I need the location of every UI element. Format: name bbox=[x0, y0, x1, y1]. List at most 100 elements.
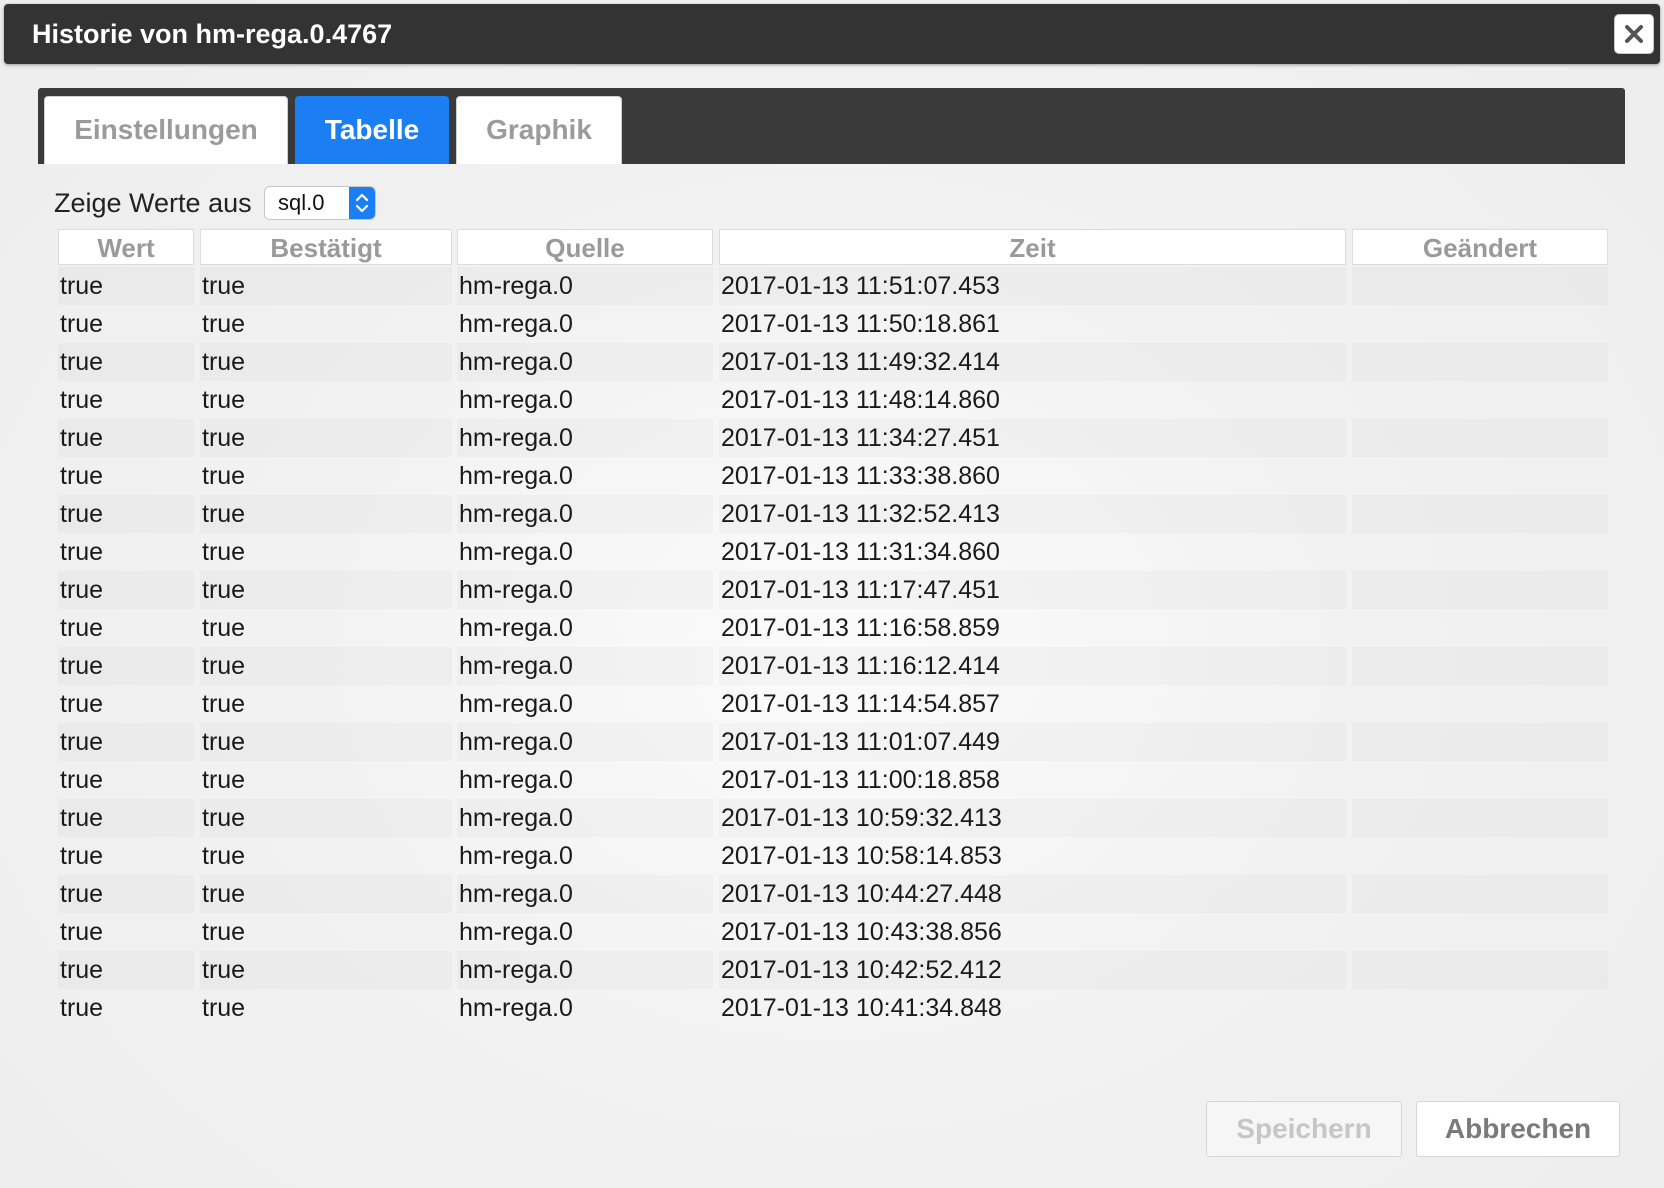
cell-bestaetigt: true bbox=[200, 951, 452, 989]
history-table: Wert Bestätigt Quelle Zeit Geändert true… bbox=[58, 229, 1608, 1027]
cell-geaendert bbox=[1352, 305, 1608, 343]
cell-wert: true bbox=[60, 310, 104, 338]
tab-einstellungen[interactable]: Einstellungen bbox=[44, 96, 288, 164]
cell-quelle: hm-rega.0 bbox=[457, 571, 713, 609]
cell-geaendert bbox=[1352, 457, 1608, 495]
cell-quelle: hm-rega.0 bbox=[457, 875, 713, 913]
cell-bestaetigt: true bbox=[200, 343, 452, 381]
table-row[interactable]: true true hm-rega.0 2017-01-13 11:17:47.451 bbox=[58, 571, 1606, 609]
cell-zeit: 2017-01-13 11:33:38.860 bbox=[721, 462, 1000, 490]
cell-quelle: hm-rega.0 bbox=[459, 614, 573, 642]
cell-bestaetigt: true bbox=[202, 994, 246, 1022]
table-row[interactable]: true true hm-rega.0 2017-01-13 10:58:14.853 bbox=[58, 837, 1606, 875]
source-select-value: sql.0 bbox=[278, 190, 325, 215]
cell-zeit: 2017-01-13 11:31:34.860 bbox=[721, 538, 1000, 566]
table-row[interactable]: true true hm-rega.0 2017-01-13 10:59:32.413 bbox=[58, 799, 1606, 837]
cell-geaendert bbox=[1352, 799, 1608, 837]
table-row[interactable]: true true hm-rega.0 2017-01-13 11:51:07.453 bbox=[58, 267, 1606, 305]
cell-wert: true bbox=[58, 951, 194, 989]
cell-quelle: hm-rega.0 bbox=[457, 647, 713, 685]
table-row[interactable]: true true hm-rega.0 2017-01-13 11:32:52.413 bbox=[58, 495, 1606, 533]
cell-bestaetigt: true bbox=[202, 918, 246, 946]
cell-quelle: hm-rega.0 bbox=[459, 994, 573, 1022]
table-row[interactable]: true true hm-rega.0 2017-01-13 11:34:27.451 bbox=[58, 419, 1606, 457]
cell-wert: true bbox=[58, 799, 194, 837]
cell-geaendert bbox=[1352, 685, 1608, 723]
table-row[interactable]: true true hm-rega.0 2017-01-13 11:01:07.449 bbox=[58, 723, 1606, 761]
table-row[interactable]: true true hm-rega.0 2017-01-13 11:33:38.860 bbox=[58, 457, 1606, 495]
dialog-titlebar: Historie von hm-rega.0.4767 bbox=[4, 4, 1660, 64]
table-row[interactable]: true true hm-rega.0 2017-01-13 11:16:58.859 bbox=[58, 609, 1606, 647]
cell-bestaetigt: true bbox=[202, 842, 246, 870]
table-row[interactable]: true true hm-rega.0 2017-01-13 11:00:18.858 bbox=[58, 761, 1606, 799]
table-row[interactable]: true true hm-rega.0 2017-01-13 10:42:52.412 bbox=[58, 951, 1606, 989]
table-row[interactable]: true true hm-rega.0 2017-01-13 11:31:34.860 bbox=[58, 533, 1606, 571]
cell-geaendert bbox=[1352, 267, 1608, 305]
close-button[interactable] bbox=[1614, 14, 1654, 54]
cell-bestaetigt: true bbox=[202, 310, 246, 338]
cell-geaendert bbox=[1352, 837, 1608, 875]
column-header-quelle[interactable]: Quelle bbox=[457, 229, 713, 265]
cell-wert: true bbox=[60, 614, 104, 642]
cell-geaendert bbox=[1352, 609, 1608, 647]
cell-zeit: 2017-01-13 11:50:18.861 bbox=[721, 310, 1000, 338]
cell-bestaetigt: true bbox=[200, 875, 452, 913]
column-header-wert[interactable]: Wert bbox=[58, 229, 194, 265]
cell-zeit: 2017-01-13 11:16:58.859 bbox=[721, 614, 1000, 642]
cell-quelle: hm-rega.0 bbox=[459, 386, 573, 414]
cell-geaendert bbox=[1352, 571, 1608, 609]
column-header-geaendert[interactable]: Geändert bbox=[1352, 229, 1608, 265]
cell-quelle: hm-rega.0 bbox=[459, 538, 573, 566]
save-button[interactable]: Speichern bbox=[1206, 1101, 1402, 1157]
cell-quelle: hm-rega.0 bbox=[459, 766, 573, 794]
cell-bestaetigt: true bbox=[200, 647, 452, 685]
cell-geaendert bbox=[1352, 419, 1608, 457]
cell-zeit: 2017-01-13 11:34:27.451 bbox=[719, 419, 1346, 457]
cell-quelle: hm-rega.0 bbox=[457, 343, 713, 381]
cell-wert: true bbox=[60, 386, 104, 414]
cell-geaendert bbox=[1352, 951, 1608, 989]
cell-bestaetigt: true bbox=[202, 538, 246, 566]
table-row[interactable]: true true hm-rega.0 2017-01-13 10:44:27.448 bbox=[58, 875, 1606, 913]
cell-zeit: 2017-01-13 10:44:27.448 bbox=[719, 875, 1346, 913]
cancel-button[interactable]: Abbrechen bbox=[1416, 1101, 1620, 1157]
cell-zeit: 2017-01-13 11:01:07.449 bbox=[719, 723, 1346, 761]
cell-geaendert bbox=[1352, 381, 1608, 419]
cell-zeit: 2017-01-13 11:51:07.453 bbox=[719, 267, 1346, 305]
tab-tabelle[interactable]: Tabelle bbox=[295, 96, 449, 164]
cell-bestaetigt: true bbox=[202, 386, 246, 414]
cell-quelle: hm-rega.0 bbox=[459, 462, 573, 490]
cell-bestaetigt: true bbox=[200, 723, 452, 761]
cell-wert: true bbox=[58, 267, 194, 305]
column-header-zeit[interactable]: Zeit bbox=[719, 229, 1346, 265]
table-row[interactable]: true true hm-rega.0 2017-01-13 10:43:38.856 bbox=[58, 913, 1606, 951]
table-row[interactable]: true true hm-rega.0 2017-01-13 11:16:12.414 bbox=[58, 647, 1606, 685]
tab-bar: Einstellungen Tabelle Graphik bbox=[38, 88, 1625, 164]
cell-geaendert bbox=[1352, 913, 1608, 951]
tab-graphik[interactable]: Graphik bbox=[456, 96, 622, 164]
cell-quelle: hm-rega.0 bbox=[457, 267, 713, 305]
table-row[interactable]: true true hm-rega.0 2017-01-13 11:50:18.861 bbox=[58, 305, 1606, 343]
cell-wert: true bbox=[60, 842, 104, 870]
cell-zeit: 2017-01-13 11:16:12.414 bbox=[719, 647, 1346, 685]
cell-wert: true bbox=[60, 766, 104, 794]
column-header-bestaetigt[interactable]: Bestätigt bbox=[200, 229, 452, 265]
cell-bestaetigt: true bbox=[202, 690, 246, 718]
cell-bestaetigt: true bbox=[200, 495, 452, 533]
cell-wert: true bbox=[60, 994, 104, 1022]
cell-bestaetigt: true bbox=[202, 614, 246, 642]
history-dialog: Historie von hm-rega.0.4767 Einstellunge… bbox=[0, 0, 1664, 1188]
table-row[interactable]: true true hm-rega.0 2017-01-13 11:14:54.857 bbox=[58, 685, 1606, 723]
cell-geaendert bbox=[1352, 989, 1608, 1027]
source-select[interactable]: sql.0 bbox=[264, 186, 376, 220]
cell-wert: true bbox=[58, 343, 194, 381]
cell-quelle: hm-rega.0 bbox=[457, 723, 713, 761]
table-row[interactable]: true true hm-rega.0 2017-01-13 11:49:32.414 bbox=[58, 343, 1606, 381]
cell-zeit: 2017-01-13 11:48:14.860 bbox=[721, 386, 1000, 414]
table-row[interactable]: true true hm-rega.0 2017-01-13 11:48:14.860 bbox=[58, 381, 1606, 419]
cell-bestaetigt: true bbox=[202, 462, 246, 490]
cell-bestaetigt: true bbox=[200, 799, 452, 837]
cell-quelle: hm-rega.0 bbox=[459, 310, 573, 338]
table-row[interactable]: true true hm-rega.0 2017-01-13 10:41:34.848 bbox=[58, 989, 1606, 1027]
chevron-up-down-icon bbox=[349, 187, 375, 219]
